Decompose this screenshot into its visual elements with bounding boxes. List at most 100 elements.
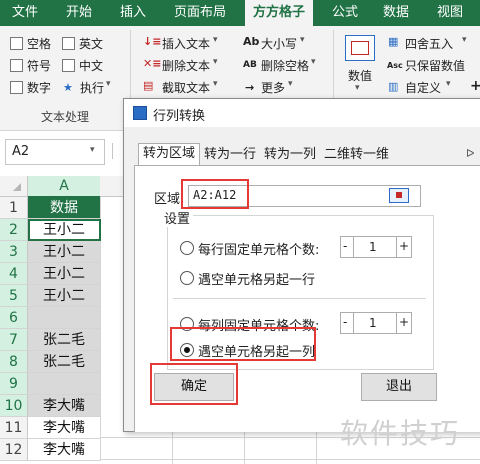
row-header[interactable]: 7: [0, 329, 28, 351]
chevron-down-icon[interactable]: ▾: [288, 79, 293, 89]
row-header[interactable]: 12: [0, 439, 28, 461]
custom-button[interactable]: 自定义: [405, 79, 441, 96]
tab-to-one-row[interactable]: 转为一行: [204, 145, 256, 165]
header-cell[interactable]: 数据: [28, 197, 101, 219]
row-header[interactable]: 9: [0, 373, 28, 395]
range-label: 区域:: [154, 192, 185, 207]
col-fixed-stepper[interactable]: - 1 +: [340, 312, 412, 334]
row-header[interactable]: 2: [0, 219, 28, 241]
select-all-corner[interactable]: [0, 176, 28, 196]
tab-to-one-column[interactable]: 转为一列: [264, 145, 316, 165]
row-header[interactable]: 3: [0, 241, 28, 263]
radio-col-blank[interactable]: [180, 343, 194, 357]
checkbox-english[interactable]: [62, 37, 75, 50]
name-box[interactable]: A2 ▾: [5, 139, 105, 165]
chevron-down-icon[interactable]: ▾: [213, 79, 218, 89]
chevron-down-icon[interactable]: ▾: [300, 35, 305, 45]
range-select-icon[interactable]: [389, 188, 409, 203]
round-button[interactable]: 四舍五入: [405, 35, 453, 52]
case-icon: Ab: [243, 35, 260, 48]
chevron-down-icon[interactable]: ▾: [106, 79, 111, 89]
value-button[interactable]: 数值: [348, 67, 372, 84]
tab-page-layout[interactable]: 页面布局: [174, 0, 226, 26]
chevron-down-icon[interactable]: ▾: [355, 83, 360, 93]
exit-button[interactable]: 退出: [361, 373, 437, 401]
radio-row-fixed[interactable]: [180, 241, 194, 255]
increment-icon[interactable]: +: [399, 239, 409, 253]
column-header-a[interactable]: A: [28, 176, 100, 198]
delete-text-button[interactable]: 删除文本: [162, 57, 210, 74]
row-header[interactable]: 4: [0, 263, 28, 285]
chevron-down-icon[interactable]: ▾: [311, 57, 316, 67]
row-header[interactable]: 1: [0, 197, 28, 219]
label-space: 空格: [27, 37, 52, 51]
checkbox-chinese[interactable]: [62, 59, 75, 72]
table-cell[interactable]: 张二毛: [28, 329, 101, 351]
upper-lower-case-button[interactable]: 大小写: [261, 35, 297, 52]
tab-view[interactable]: 视图: [437, 0, 463, 26]
tab-to-range[interactable]: 转为区域: [138, 143, 200, 166]
delete-space-icon: AB: [243, 60, 257, 70]
chevron-down-icon[interactable]: ▾: [446, 79, 451, 89]
tab-insert[interactable]: 插入: [120, 0, 146, 26]
checkbox-number[interactable]: [10, 81, 23, 94]
row-header[interactable]: 11: [0, 417, 28, 439]
radio-row-blank[interactable]: [180, 271, 194, 285]
tab-overflow-icon[interactable]: ᐅ: [466, 147, 474, 160]
tab-file[interactable]: 文件: [12, 0, 38, 26]
keep-value-button[interactable]: 只保留数值: [405, 57, 465, 74]
asc-icon: Asc: [387, 61, 403, 70]
gridline: [101, 459, 480, 460]
tab-2d-to-1d[interactable]: 二维转一维: [324, 145, 389, 165]
row-header[interactable]: 5: [0, 285, 28, 307]
star-icon: ★: [63, 81, 73, 94]
chevron-down-icon[interactable]: ▾: [90, 145, 95, 155]
label-symbol: 符号: [27, 59, 52, 73]
table-cell[interactable]: 李大嘴: [28, 439, 101, 461]
row-header[interactable]: 6: [0, 307, 28, 329]
table-cell[interactable]: 李大嘴: [28, 395, 101, 417]
chevron-down-icon[interactable]: ▾: [213, 35, 218, 45]
decrement-icon[interactable]: -: [343, 239, 347, 253]
checkbox-space[interactable]: [10, 37, 23, 50]
delete-spaces-button[interactable]: 删除空格: [261, 57, 309, 74]
plus-icon[interactable]: +: [470, 78, 480, 94]
dialog-title-bar[interactable]: 行列转换: [124, 99, 480, 127]
checkbox-symbol[interactable]: [10, 59, 23, 72]
increment-icon[interactable]: +: [399, 315, 409, 329]
more-arrow-icon: →: [245, 81, 255, 94]
table-cell[interactable]: 李大嘴: [28, 417, 101, 439]
insert-text-button[interactable]: 插入文本: [162, 35, 210, 52]
execute-button[interactable]: 执行: [80, 79, 104, 96]
chevron-down-icon[interactable]: ▾: [462, 35, 467, 45]
tab-home[interactable]: 开始: [66, 0, 92, 26]
round-icon: ▦: [388, 35, 399, 48]
group-label-text-processing: 文本处理: [41, 110, 90, 124]
formula-divider: [112, 143, 113, 159]
row-column-convert-dialog: 行列转换 转为区域 转为一行 转为一列 二维转一维 区域: A2:A12 设置 …: [123, 98, 480, 432]
col-fixed-count: 1: [369, 316, 377, 330]
table-cell[interactable]: 王小二: [28, 263, 101, 285]
chevron-down-icon[interactable]: ▾: [213, 57, 218, 67]
table-cell[interactable]: 王小二: [28, 219, 101, 241]
radio-col-fixed[interactable]: [180, 317, 194, 331]
range-input-value: A2:A12: [193, 188, 237, 202]
table-cell[interactable]: 王小二: [28, 285, 101, 307]
table-cell[interactable]: 王小二: [28, 241, 101, 263]
tab-fangfanggezi[interactable]: 方方格子: [245, 0, 313, 26]
ok-button[interactable]: 确定: [154, 373, 234, 401]
range-input[interactable]: A2:A12: [188, 185, 421, 207]
row-header[interactable]: 8: [0, 351, 28, 373]
row-fixed-stepper[interactable]: - 1 +: [340, 236, 412, 258]
delete-text-icon: ✕≡: [143, 57, 162, 70]
more-button[interactable]: 更多: [261, 79, 285, 96]
row-header[interactable]: 10: [0, 395, 28, 417]
tab-formulas[interactable]: 公式: [332, 0, 358, 26]
table-cell[interactable]: 张二毛: [28, 351, 101, 373]
decrement-icon[interactable]: -: [343, 315, 347, 329]
insert-text-icon: ↓≡: [143, 35, 162, 48]
table-cell[interactable]: [28, 373, 101, 395]
tab-data[interactable]: 数据: [383, 0, 409, 26]
extract-text-button[interactable]: 截取文本: [162, 79, 210, 96]
table-cell[interactable]: [28, 307, 101, 329]
